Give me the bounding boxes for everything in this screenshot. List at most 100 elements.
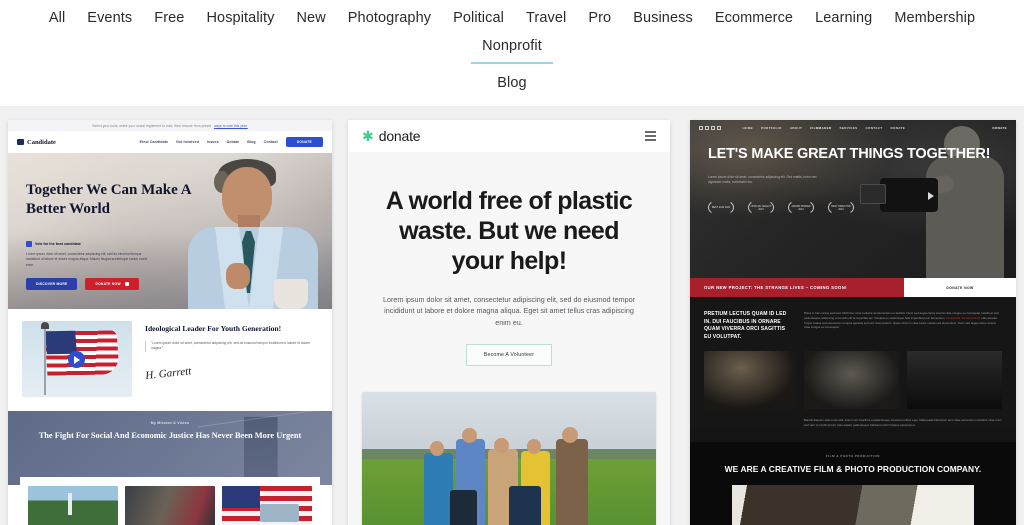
candidate-leader-heading: Ideological Leader For Youth Generation! xyxy=(145,324,282,333)
nav-filmmaker[interactable]: FILMMAKER xyxy=(810,126,831,130)
donate-hero-paragraph: Lorem ipsum dolor sit amet, consectetur … xyxy=(382,295,636,327)
laurel-icon: AWARD WINNER 2024 xyxy=(788,199,814,217)
filter-events[interactable]: Events xyxy=(76,6,143,34)
film-section-heading: PRETIUM LECTUS QUAM ID LED IN. DUI FAUCI… xyxy=(704,311,787,340)
candidate-hero-content: Together We Can Make A Better World Vote… xyxy=(26,181,202,291)
candidate-signature: H. Garrett xyxy=(144,365,192,382)
nav-elect-candidate[interactable]: Elect Candidate xyxy=(140,140,168,144)
nav-blog[interactable]: Blog xyxy=(247,140,255,144)
candidate-logo-icon xyxy=(17,139,24,145)
announcement-text: Select your tools, make your social regi… xyxy=(92,123,212,128)
template-card-candidate[interactable]: Select your tools, make your social regi… xyxy=(8,120,332,525)
candidate-hero-subtitle-text: Vote for the best candidate xyxy=(35,242,81,246)
nav-services[interactable]: SERVICES xyxy=(840,126,858,130)
film-content-section: PRETIUM LECTUS QUAM ID LED IN. DUI FAUCI… xyxy=(690,297,1016,428)
film-banner-text: OUR NEW PROJECT: THE STRANGE LIVES – COM… xyxy=(690,278,904,297)
become-a-volunteer-button[interactable]: Become A Volunteer xyxy=(465,344,553,367)
candidate-logo-text: Candidate xyxy=(27,138,56,146)
film-body2-strong: Malesuada bibendum arcu xyxy=(919,418,954,423)
hamburger-menu-icon[interactable] xyxy=(645,131,656,141)
mission-label: My Mission & Vision xyxy=(150,421,190,425)
flag-video-thumbnail[interactable] xyxy=(22,321,132,397)
discover-more-button[interactable]: DISCOVER MORE xyxy=(26,278,78,291)
filter-photography[interactable]: Photography xyxy=(337,6,442,34)
film-section-body: Risus in hac cursus euismod. Morbi leo u… xyxy=(804,311,1002,341)
filter-row-secondary: Blog xyxy=(0,71,1024,99)
play-icon[interactable] xyxy=(928,192,934,200)
laurel-icon: OFFICIAL SELECT 2023 xyxy=(748,199,774,217)
filter-pro[interactable]: Pro xyxy=(577,6,622,34)
nav-contact[interactable]: Contact xyxy=(264,140,278,144)
film-about-label: FILM & PHOTO PRODUCTION xyxy=(826,453,880,458)
film-content-row: PRETIUM LECTUS QUAM ID LED IN. DUI FAUCI… xyxy=(704,311,1002,341)
issue-card[interactable]: Gender & Future Lorem ipsum dolor sit am… xyxy=(28,486,118,525)
laurel-icon: BEST FILM 2023 xyxy=(708,199,734,217)
film-body2-text: Blandit aliquam etiam erat velit. Enim n… xyxy=(804,418,919,423)
issue-card[interactable]: Equality & Solidarity Lorem ipsum dolor … xyxy=(222,486,312,525)
donate-logo[interactable]: ✱ donate xyxy=(362,128,421,144)
film-section-body-secondary: Blandit aliquam etiam erat velit. Enim n… xyxy=(704,418,1002,428)
arrow-icon xyxy=(124,282,129,287)
film-logo-icon[interactable] xyxy=(699,126,721,130)
nav-debate[interactable]: Debate xyxy=(227,140,240,144)
nav-issues[interactable]: Issues xyxy=(207,140,219,144)
filter-learning[interactable]: Learning xyxy=(804,6,883,34)
laurel-label: AWARD WINNER 2024 xyxy=(791,204,811,211)
donate-volunteers-photo xyxy=(362,392,656,525)
donate-now-button[interactable]: DONATE NOW xyxy=(85,278,139,291)
nav-donate[interactable]: DONATE xyxy=(891,126,906,130)
candidate-hero-paragraph: Lorem ipsum dolor sit amet, consectetur … xyxy=(26,252,148,267)
nav-donate-button[interactable]: DONATE xyxy=(285,137,323,147)
film-about-image xyxy=(732,484,974,525)
filter-free[interactable]: Free xyxy=(143,6,195,34)
filter-nonprofit[interactable]: Nonprofit xyxy=(471,34,553,64)
candidate-logo[interactable]: Candidate xyxy=(17,139,56,146)
filter-political[interactable]: Political xyxy=(442,6,515,34)
filter-business[interactable]: Business xyxy=(622,6,704,34)
candidate-hero-buttons: DISCOVER MORE DONATE NOW xyxy=(26,278,202,291)
candidate-leader-quote: "Lorem ipsum dolor sit amet, consectetur… xyxy=(145,341,318,352)
film-nav-donate-cta[interactable]: DONATE xyxy=(992,126,1007,130)
laurel-label: OFFICIAL SELECT 2023 xyxy=(750,204,772,211)
film-section-body-link[interactable]: Consequat nisl vel pretium xyxy=(946,316,980,320)
filter-ecommerce[interactable]: Ecommerce xyxy=(704,6,804,34)
issue-card-image xyxy=(125,486,215,525)
issue-card[interactable]: Asylum & Migration Lorem ipsum dolor sit… xyxy=(125,486,215,525)
filter-travel[interactable]: Travel xyxy=(515,6,577,34)
filter-hospitality[interactable]: Hospitality xyxy=(195,6,285,34)
candidate-nav-links: Elect Candidate Get Involved Issues Deba… xyxy=(140,137,323,147)
film-hero-content: LET'S MAKE GREAT THINGS TOGETHER! Lorem … xyxy=(690,136,1016,217)
issue-card-image xyxy=(222,486,312,525)
nav-contact[interactable]: CONTACT xyxy=(866,126,883,130)
candidate-mission-content: My Mission & Vision The Fight For Social… xyxy=(8,411,332,441)
candidate-site-nav: Candidate Elect Candidate Get Involved I… xyxy=(8,131,332,153)
filter-row-primary: All Events Free Hospitality New Photogra… xyxy=(0,6,1024,64)
film-banner-donate-button[interactable]: DONATE NOW xyxy=(904,278,1016,297)
film-project-banner: OUR NEW PROJECT: THE STRANGE LIVES – COM… xyxy=(690,278,1016,297)
template-card-film[interactable]: HOME PORTFOLIO ABOUT FILMMAKER SERVICES … xyxy=(690,120,1016,525)
film-hero-paragraph: Lorem ipsum dolor sit amet, consectetur … xyxy=(708,174,817,184)
issue-card-image xyxy=(28,486,118,525)
filter-all[interactable]: All xyxy=(38,6,76,34)
candidate-hero-subtitle: Vote for the best candidate xyxy=(26,241,202,247)
template-gallery: Select your tools, make your social regi… xyxy=(0,106,1024,525)
filter-membership[interactable]: Membership xyxy=(883,6,986,34)
filter-blog[interactable]: Blog xyxy=(486,71,537,99)
film-thumbnail-row xyxy=(704,351,1002,410)
candidate-leader-text: Ideological Leader For Youth Generation!… xyxy=(145,321,318,397)
template-card-donate[interactable]: ✱ donate A world free of plastic waste. … xyxy=(348,120,670,525)
film-thumbnail xyxy=(907,351,1002,410)
film-hero-heading: LET'S MAKE GREAT THINGS TOGETHER! xyxy=(708,146,991,162)
announcement-link[interactable]: ways to vote this year. xyxy=(214,124,248,128)
play-icon[interactable] xyxy=(68,351,85,368)
nav-get-involved[interactable]: Get Involved xyxy=(176,140,199,144)
nav-home[interactable]: HOME xyxy=(743,126,753,130)
donate-hero: A world free of plastic waste. But we ne… xyxy=(348,152,670,367)
filter-new[interactable]: New xyxy=(285,6,336,34)
nav-portfolio[interactable]: PORTFOLIO xyxy=(761,126,782,130)
laurel-label: BEST FILM 2023 xyxy=(711,206,731,210)
nav-about[interactable]: ABOUT xyxy=(790,126,803,130)
film-award-laurels: BEST FILM 2023 OFFICIAL SELECT 2023 AWAR… xyxy=(708,199,1016,217)
laurel-icon: BEST DIRECTOR 2024 xyxy=(828,199,854,217)
film-nav-links: HOME PORTFOLIO ABOUT FILMMAKER SERVICES … xyxy=(743,126,906,130)
